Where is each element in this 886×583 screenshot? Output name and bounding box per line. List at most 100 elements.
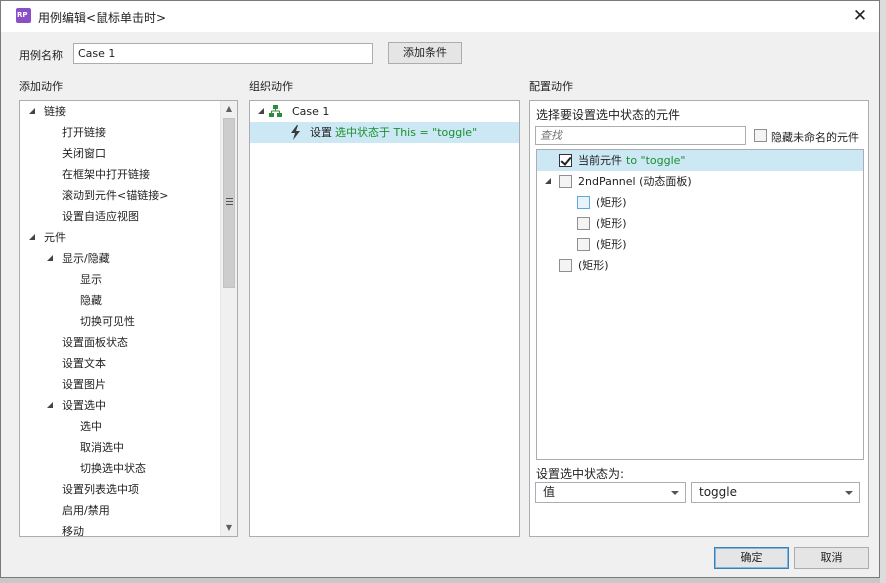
add-condition-button[interactable]: 添加条件: [388, 42, 462, 64]
action-tree-item-label: 设置选中: [62, 399, 106, 412]
lightning-icon: [291, 125, 300, 140]
action-tree-item-label: 隐藏: [80, 294, 102, 307]
action-tree-item[interactable]: 设置文本: [20, 353, 220, 374]
collapsed-arrow-icon[interactable]: [49, 505, 54, 515]
expanded-arrow-icon[interactable]: [29, 108, 35, 114]
action-tree-item-label: 取消选中: [80, 441, 124, 454]
configure-actions-header: 配置动作: [529, 80, 573, 93]
widget-tree-item[interactable]: (矩形): [537, 255, 863, 276]
case-tree-icon: [269, 105, 282, 117]
axure-app-icon: RP: [16, 8, 31, 23]
expanded-arrow-icon[interactable]: [47, 255, 53, 261]
action-tree-item[interactable]: 元件: [20, 227, 220, 248]
action-tree-item[interactable]: 隐藏: [20, 290, 220, 311]
collapsed-arrow-icon[interactable]: [49, 169, 54, 179]
hide-unnamed-checkbox[interactable]: [754, 129, 767, 142]
widget-tree-item[interactable]: (矩形): [537, 234, 863, 255]
widget-checkbox[interactable]: [577, 238, 590, 251]
action-tree-item[interactable]: 滚动到元件<锚链接>: [20, 185, 220, 206]
action-tree-item-label: 滚动到元件<锚链接>: [62, 189, 169, 202]
action-tree-item[interactable]: 显示/隐藏: [20, 248, 220, 269]
organize-actions-header: 组织动作: [249, 80, 293, 93]
app-icon-text: RP: [17, 11, 28, 19]
widget-label: 2ndPannel (动态面板): [578, 175, 692, 188]
organize-actions-tree[interactable]: Case 1 设置 选中状态于 This = "toggle": [249, 100, 520, 537]
expanded-arrow-icon[interactable]: [47, 402, 53, 408]
action-tree-item[interactable]: 启用/禁用: [20, 500, 220, 521]
widget-label: (矩形): [596, 217, 627, 230]
scroll-down-arrow-icon[interactable]: ▼: [221, 520, 237, 536]
value-select[interactable]: toggle: [691, 482, 860, 503]
action-tree-item-label: 启用/禁用: [62, 504, 110, 517]
action-tree-item-label: 显示/隐藏: [62, 252, 110, 265]
action-node-set-selected[interactable]: 设置 选中状态于 This = "toggle": [250, 122, 519, 143]
widget-tree-item[interactable]: (矩形): [537, 192, 863, 213]
widget-tree[interactable]: 当前元件 to "toggle" 2ndPannel (动态面板) (矩形) (矩形)…: [536, 149, 864, 460]
action-tree-item[interactable]: 链接: [20, 101, 220, 122]
hide-unnamed-label: 隐藏未命名的元件: [771, 131, 859, 144]
widget-label: (矩形): [596, 196, 627, 209]
action-tree-item-label: 链接: [44, 105, 66, 118]
widget-tree-item[interactable]: 2ndPannel (动态面板): [537, 171, 863, 192]
action-tree-item[interactable]: 设置面板状态: [20, 332, 220, 353]
cancel-button[interactable]: 取消: [794, 547, 869, 569]
widget-checkbox[interactable]: [577, 217, 590, 230]
action-tree-item[interactable]: 移动: [20, 521, 220, 537]
action-tree-item[interactable]: 设置自适应视图: [20, 206, 220, 227]
case-node[interactable]: Case 1: [250, 101, 519, 122]
scroll-thumb[interactable]: [223, 118, 235, 288]
action-tree-item-label: 切换可见性: [80, 315, 135, 328]
set-state-label: 设置选中状态为:: [536, 467, 625, 481]
action-tree-item-label: 打开链接: [62, 126, 106, 139]
widget-search-input[interactable]: [535, 126, 746, 145]
expanded-arrow-icon[interactable]: [545, 178, 551, 184]
action-tree-item-label: 设置面板状态: [62, 336, 128, 349]
add-actions-scrollbar[interactable]: ▲ ▼: [220, 101, 237, 536]
title-bar[interactable]: RP 用例编辑<鼠标单击时> ✕: [1, 1, 879, 32]
action-tree-item[interactable]: 设置列表选中项: [20, 479, 220, 500]
widget-checkbox[interactable]: [577, 196, 590, 209]
widget-tree-item[interactable]: (矩形): [537, 213, 863, 234]
action-tree-item-label: 移动: [62, 525, 84, 537]
case-node-label: Case 1: [292, 105, 330, 118]
action-tree-item-label: 元件: [44, 231, 66, 244]
action-detail: 选中状态于 This = "toggle": [335, 126, 478, 139]
expanded-arrow-icon: [258, 108, 264, 114]
value-select-value: toggle: [699, 485, 737, 499]
expanded-arrow-icon[interactable]: [29, 234, 35, 240]
action-tree-item[interactable]: 打开链接: [20, 122, 220, 143]
close-icon[interactable]: ✕: [845, 3, 875, 29]
action-tree-item[interactable]: 取消选中: [20, 437, 220, 458]
action-tree-item-label: 设置文本: [62, 357, 106, 370]
ok-button[interactable]: 确定: [714, 547, 789, 569]
widget-tree-item[interactable]: 当前元件 to "toggle": [537, 150, 863, 171]
mode-select[interactable]: 值: [535, 482, 686, 503]
action-tree-item[interactable]: 显示: [20, 269, 220, 290]
widget-checkbox[interactable]: [559, 154, 572, 167]
action-tree-item[interactable]: 设置选中: [20, 395, 220, 416]
action-prefix: 设置: [310, 126, 332, 139]
action-tree-item-label: 设置图片: [62, 378, 106, 391]
widget-checkbox[interactable]: [559, 259, 572, 272]
scroll-up-arrow-icon[interactable]: ▲: [221, 101, 237, 117]
action-tree-item[interactable]: 在框架中打开链接: [20, 164, 220, 185]
action-tree-item[interactable]: 切换可见性: [20, 311, 220, 332]
chevron-down-icon: [845, 491, 853, 495]
collapsed-arrow-icon[interactable]: [49, 127, 54, 137]
add-actions-tree[interactable]: 链接打开链接关闭窗口在框架中打开链接滚动到元件<锚链接> 设置自适应视图元件显示/…: [19, 100, 238, 537]
action-tree-item[interactable]: 切换选中状态: [20, 458, 220, 479]
action-tree-item[interactable]: 关闭窗口: [20, 143, 220, 164]
action-tree-item-label: 设置自适应视图: [62, 210, 139, 223]
action-tree-item-label: 设置列表选中项: [62, 483, 139, 496]
action-tree-item[interactable]: 选中: [20, 416, 220, 437]
widget-checkbox[interactable]: [559, 175, 572, 188]
widget-label: 当前元件: [578, 154, 622, 167]
case-name-input[interactable]: [73, 43, 373, 64]
window-title: 用例编辑<鼠标单击时>: [38, 11, 167, 25]
action-tree-item[interactable]: 设置图片: [20, 374, 220, 395]
action-tree-item-label: 切换选中状态: [80, 462, 146, 475]
action-tree-item-label: 在框架中打开链接: [62, 168, 150, 181]
widget-label: (矩形): [596, 238, 627, 251]
case-editor-dialog: RP 用例编辑<鼠标单击时> ✕ 用例名称 添加条件 添加动作 组织动作 配置动…: [0, 0, 880, 578]
mode-select-value: 值: [543, 485, 556, 499]
